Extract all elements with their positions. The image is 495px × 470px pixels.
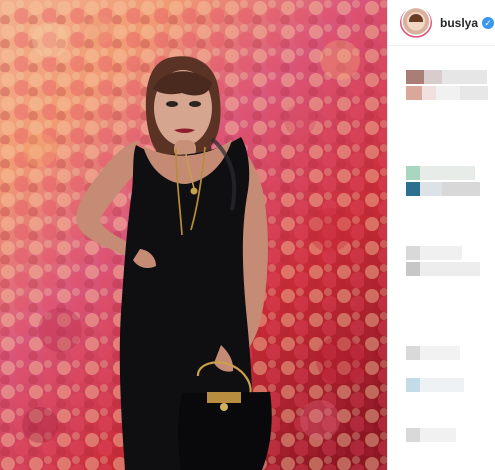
blurred-comment-block: [420, 346, 460, 360]
blurred-comment-block: [436, 86, 460, 100]
blurred-comment-block: [420, 246, 462, 260]
instagram-post-window: buslya ✓: [0, 0, 495, 470]
profile-avatar-icon[interactable]: [400, 6, 432, 39]
blurred-comment-block: [406, 70, 424, 84]
blurred-comment-block: [420, 262, 480, 276]
blurred-comment-block: [442, 182, 480, 196]
blurred-comment-block: [406, 246, 420, 260]
blurred-comment-block: [442, 70, 487, 84]
blurred-comment-block: [420, 166, 475, 180]
blurred-comment-block: [406, 428, 420, 442]
blurred-comment-block: [422, 86, 436, 100]
blurred-comment-block: [406, 378, 420, 392]
post-header[interactable]: buslya ✓: [388, 0, 495, 46]
post-photo[interactable]: [0, 0, 387, 470]
blurred-comment-block: [406, 166, 420, 180]
verified-badge-icon: ✓: [482, 16, 495, 29]
blurred-comment-block: [406, 86, 422, 100]
blurred-comment-block: [424, 70, 442, 84]
username-link[interactable]: buslya: [440, 16, 478, 30]
blurred-comment-block: [460, 86, 488, 100]
blurred-comment-block: [420, 182, 442, 196]
blurred-comment-block: [420, 428, 456, 442]
blurred-comments-area: [388, 46, 495, 470]
post-photo-image: [0, 0, 387, 470]
post-sidebar: buslya ✓: [387, 0, 495, 470]
blurred-comment-block: [406, 346, 420, 360]
blurred-comment-block: [420, 378, 464, 392]
blurred-comment-block: [406, 182, 420, 196]
blurred-comment-block: [406, 262, 420, 276]
